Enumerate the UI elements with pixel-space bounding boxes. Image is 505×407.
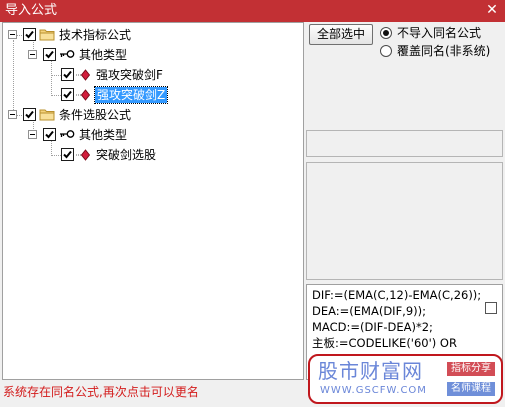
checkbox-checked-icon[interactable]	[61, 148, 74, 161]
option-overwrite-label[interactable]: 覆盖同名(非系统)	[397, 44, 490, 58]
watermark-logo: 股市财富网 WWW.GSCFW.COM 指标分享 名师课程	[308, 354, 503, 404]
expander-minus-icon[interactable]	[8, 30, 17, 39]
code-line: MACD:=(DIF-DEA)*2;	[312, 320, 433, 334]
expander-minus-icon[interactable]	[28, 50, 37, 59]
tree-label: 其他类型	[79, 128, 128, 142]
checkbox-checked-icon[interactable]	[61, 88, 74, 101]
tree-node-category[interactable]: 其他类型	[3, 46, 303, 64]
tree-node-root1[interactable]: 技术指标公式	[3, 26, 303, 44]
checkbox-checked-icon[interactable]	[61, 68, 74, 81]
select-all-button[interactable]: 全部选中	[309, 24, 373, 45]
formula-diamond-icon	[76, 69, 90, 81]
tree-node-category[interactable]: 其他类型	[3, 126, 303, 144]
code-line: 主板:=CODELIKE('60') OR	[312, 336, 457, 350]
watermark-name: 股市财富网	[318, 359, 423, 383]
watermark-tag-share: 指标分享	[447, 362, 495, 376]
formula-diamond-icon	[76, 149, 90, 161]
title-bar: 导入公式 ✕	[0, 0, 505, 22]
checkbox-checked-icon[interactable]	[43, 48, 56, 61]
radio-icon[interactable]	[380, 27, 392, 39]
status-message: 系统存在同名公式,再次点击可以更名	[3, 385, 199, 399]
description-panel	[306, 162, 503, 280]
checkbox-checked-icon[interactable]	[43, 128, 56, 141]
folder-icon	[39, 109, 55, 121]
code-checkbox[interactable]	[485, 302, 497, 314]
tree-node-formula[interactable]: 突破剑选股	[3, 146, 303, 164]
tree-node-formula-selected[interactable]: 强攻突破剑Z	[3, 86, 303, 104]
checkbox-checked-icon[interactable]	[23, 28, 36, 41]
key-icon	[60, 50, 75, 58]
window-title: 导入公式	[5, 3, 58, 18]
formula-tree[interactable]: 技术指标公式 其他类型 强攻突破剑F 强攻突破剑Z 条件选股公式 其他类型 突破…	[2, 22, 304, 380]
tree-label: 技术指标公式	[59, 28, 132, 42]
watermark-url: WWW.GSCFW.COM	[320, 385, 427, 396]
tree-node-formula[interactable]: 强攻突破剑F	[3, 66, 303, 84]
formula-diamond-icon	[76, 89, 90, 101]
tree-label: 强攻突破剑Z	[93, 86, 169, 104]
checkbox-checked-icon[interactable]	[23, 108, 36, 121]
expander-minus-icon[interactable]	[28, 130, 37, 139]
tree-node-root2[interactable]: 条件选股公式	[3, 106, 303, 124]
option-skip-label[interactable]: 不导入同名公式	[397, 26, 481, 40]
close-icon[interactable]: ✕	[483, 1, 501, 19]
code-line: DIF:=(EMA(C,12)-EMA(C,26));	[312, 288, 482, 302]
tree-label: 突破剑选股	[96, 148, 157, 162]
folder-icon	[39, 29, 55, 41]
info-field	[306, 130, 503, 157]
key-icon	[60, 130, 75, 138]
expander-minus-icon[interactable]	[8, 110, 17, 119]
radio-icon[interactable]	[380, 45, 392, 57]
tree-label: 其他类型	[79, 48, 128, 62]
watermark-tag-course: 名师课程	[447, 382, 495, 396]
tree-label: 强攻突破剑F	[96, 68, 163, 82]
code-line: DEA:=(EMA(DIF,9));	[312, 304, 427, 318]
tree-label: 条件选股公式	[59, 108, 132, 122]
